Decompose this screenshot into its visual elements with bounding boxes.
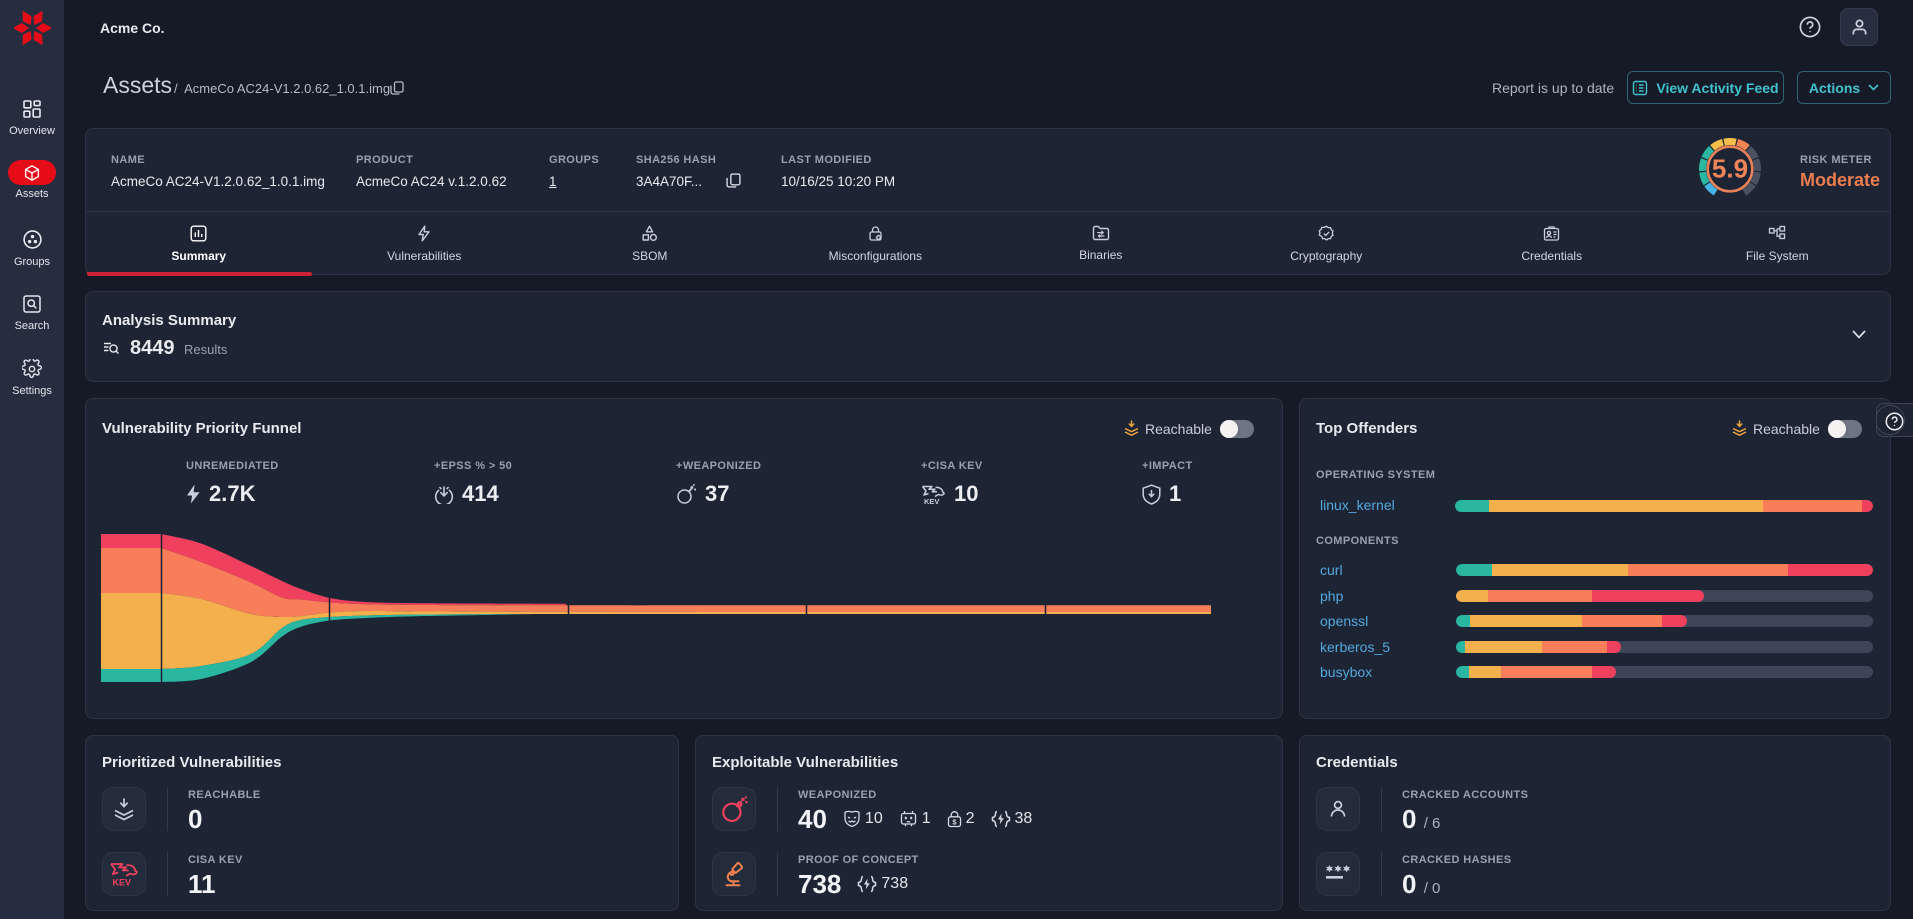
- svg-text:$: $: [952, 818, 957, 827]
- svg-text:5.9: 5.9: [1712, 154, 1748, 184]
- svg-text:KEV: KEV: [113, 878, 132, 888]
